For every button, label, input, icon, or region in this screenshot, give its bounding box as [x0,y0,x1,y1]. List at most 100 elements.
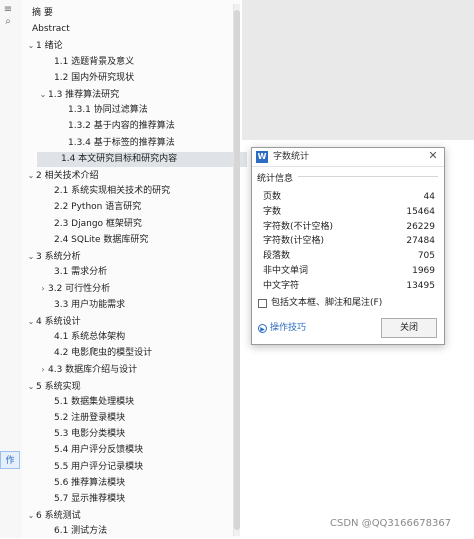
nav-item-label: 2.4 SQLite 数据库研究 [54,234,149,245]
nav-item-label: 6 系统测试 [36,511,81,522]
chevron-right-icon[interactable]: › [38,362,48,377]
nav-item[interactable]: 1.4 本文研究目标和研究内容 [37,151,247,167]
dialog-titlebar[interactable]: W 字数统计 ✕ [252,148,444,167]
nav-item-label: 5.1 数据集处理模块 [54,396,135,407]
nav-item[interactable]: ⌄ 3 系统分析 [26,249,81,264]
nav-scrollbar[interactable] [233,4,240,536]
stat-row: 中文字符 13495 [263,279,435,293]
chevron-down-icon[interactable]: ⌄ [38,87,48,102]
nav-item[interactable]: 5.2 注册登录模块 [38,411,125,426]
nav-item[interactable]: 3.1 需求分析 [38,265,107,280]
nav-item[interactable]: › 4.3 数据库介绍与设计 [38,362,137,377]
nav-item[interactable]: 2.4 SQLite 数据库研究 [38,233,148,248]
nav-item-label: 1.4 本文研究目标和研究内容 [61,153,178,164]
chevron-down-icon[interactable]: ⌄ [26,379,36,394]
nav-item[interactable]: ⌄ 6 系统测试 [26,508,81,523]
nav-item-label: 1.2 国内外研究现状 [54,72,135,83]
stat-value: 13495 [406,280,435,291]
nav-item[interactable]: ⌄ 2 相关技术介绍 [26,168,99,183]
nav-item[interactable]: ⌄ 4 系统设计 [26,314,81,329]
nav-item[interactable]: 5.1 数据集处理模块 [38,395,134,410]
stat-label: 字符数(不计空格) [263,221,334,232]
nav-item-label: 4 系统设计 [36,316,81,327]
nav-item[interactable]: 1.1 选题背景及意义 [38,55,134,70]
nav-item-label: 5.7 显示推荐模块 [54,494,126,504]
nav-item[interactable]: 4.2 电影爬虫的模型设计 [38,346,152,361]
scrollbar-thumb[interactable] [234,10,240,530]
nav-item[interactable]: 1.2 国内外研究现状 [38,71,134,86]
tips-link[interactable]: ▶ 操作技巧 [258,322,306,335]
nav-item[interactable]: 4.1 系统总体架构 [38,330,125,345]
nav-item-label: 1.1 选题背景及意义 [54,56,135,67]
stat-row: 页数 44 [263,190,435,204]
stat-label: 字数 [263,206,282,217]
nav-item[interactable]: 摘 要 [26,6,53,21]
nav-item-label: 6.1 测试方法 [54,526,108,537]
stat-label: 字符数(计空格) [263,236,325,247]
close-button[interactable]: 关闭 [381,318,437,338]
nav-item[interactable]: ⌄ 5 系统实现 [26,379,81,394]
stat-value: 44 [423,192,435,202]
nav-item-label: 2.1 系统实现相关技术的研究 [54,186,171,197]
stat-label: 中文字符 [263,280,300,291]
nav-item[interactable]: ⌄ 1.3 推荐算法研究 [38,87,120,102]
chevron-down-icon[interactable]: ⌄ [26,314,36,329]
stat-value: 26229 [406,221,435,232]
nav-item[interactable]: ⌄ 1 绪论 [26,38,63,53]
nav-item-label: 1.3.2 基于内容的推荐算法 [68,121,175,132]
nav-item[interactable]: 1.3.4 基于标签的推荐算法 [50,136,175,151]
nav-item-label: 1.3.1 协同过滤算法 [68,105,148,116]
stat-value: 27484 [406,236,435,247]
nav-item-label: 1.3 推荐算法研究 [48,90,120,100]
nav-item[interactable]: › 3.2 可行性分析 [38,281,110,296]
nav-item-label: 4.3 数据库介绍与设计 [48,365,138,376]
nav-item-label: 3.2 可行性分析 [48,284,111,295]
nav-item[interactable]: 2.3 Django 框架研究 [38,217,142,232]
nav-item[interactable]: 1.3.2 基于内容的推荐算法 [50,119,175,134]
chevron-down-icon[interactable]: ⌄ [26,508,36,523]
stat-label: 页数 [263,192,282,202]
app-icon: W [256,151,268,163]
stat-row: 字符数(不计空格) 26229 [263,220,435,234]
nav-item[interactable]: 6.1 测试方法 [38,524,107,539]
nav-item-label: 2.3 Django 框架研究 [54,218,142,229]
nav-item[interactable]: 2.1 系统实现相关技术的研究 [38,184,170,199]
tips-link-label: 操作技巧 [270,323,307,333]
stat-row: 字符数(计空格) 27484 [263,234,435,248]
navigation-pane: 摘 要 Abstract ⌄ 1 绪论 1.1 选题背景及意义 1.2 国内外研究现状 ⌄ 1… [22,0,247,539]
stat-row: 字数 15464 [263,205,435,219]
close-icon[interactable]: ✕ [426,149,440,163]
include-textbox-label[interactable]: 包括文本框、脚注和尾注(F) [271,297,382,310]
nav-item[interactable]: 2.2 Python 语言研究 [38,200,141,215]
dialog-title: 字数统计 [273,152,310,162]
nav-item-label: 5.6 推荐算法模块 [54,477,126,488]
chevron-down-icon[interactable]: ⌄ [26,168,36,183]
word-count-dialog: W 字数统计 ✕ 统计信息 页数 44 字数 15464 字符数(不计空格) 26229 字… [251,147,445,345]
watermark: CSDN @QQ3166678367 [330,518,452,529]
nav-item-label: 2 相关技术介绍 [36,171,99,181]
chevron-right-icon[interactable]: › [38,281,48,296]
nav-item[interactable]: 5.3 电影分类模块 [38,427,125,442]
expand-icon[interactable]: ≡ [2,4,14,16]
nav-item-label: 4.1 系统总体架构 [54,332,126,342]
nav-item-label: 5.4 用户评分反馈模块 [54,445,144,456]
chevron-down-icon[interactable]: ⌄ [26,38,36,53]
nav-item[interactable]: 3.3 用户功能需求 [38,298,125,313]
nav-item[interactable]: 5.4 用户评分反馈模块 [38,443,143,458]
nav-item[interactable]: 1.3.1 协同过滤算法 [50,103,148,118]
nav-item-label: 4.2 电影爬虫的模型设计 [54,348,153,359]
nav-item[interactable]: 5.6 推荐算法模块 [38,476,125,491]
search-icon[interactable]: ⌕ [2,16,14,28]
nav-item-label: Abstract [32,24,70,35]
nav-item[interactable]: 5.5 用户评分记录模块 [38,460,143,475]
nav-item[interactable]: 5.7 显示推荐模块 [38,492,125,507]
play-icon: ▶ [258,324,267,333]
chevron-down-icon[interactable]: ⌄ [26,249,36,264]
nav-item-label: 1.3.4 基于标签的推荐算法 [68,137,175,148]
stat-value: 1969 [412,266,435,276]
stat-row: 段落数 705 [263,249,435,263]
task-pane-tab[interactable]: 作 [0,451,20,469]
include-textbox-checkbox[interactable] [258,299,267,308]
nav-item[interactable]: Abstract [26,22,70,37]
nav-item-label: 摘 要 [32,8,53,18]
